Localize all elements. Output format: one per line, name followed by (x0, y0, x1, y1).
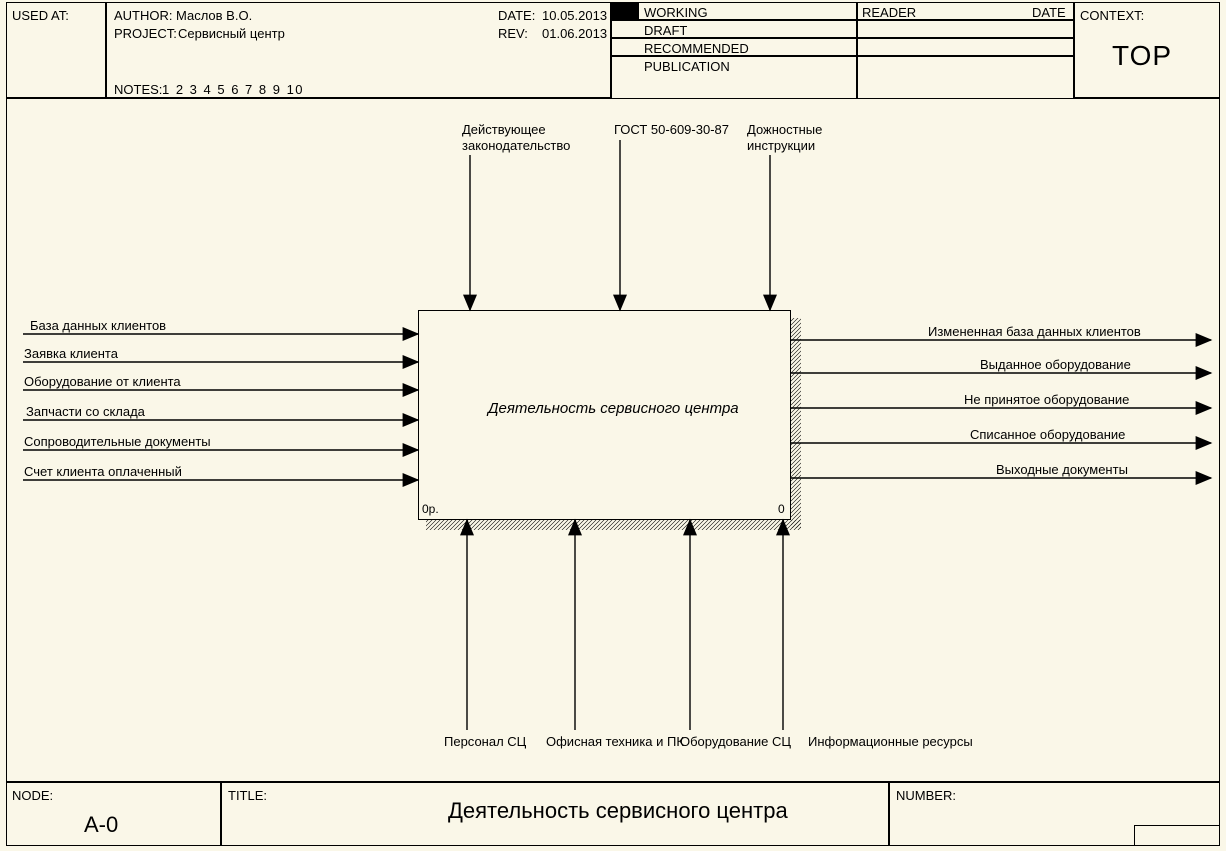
control-2: ГОСТ 50-609-30-87 (614, 122, 729, 137)
output-3: Не принятое оборудование (964, 392, 1129, 407)
input-6: Счет клиента оплаченный (24, 464, 182, 479)
mechanism-2: Офисная техника и ПК (546, 734, 684, 749)
output-2: Выданное оборудование (980, 357, 1131, 372)
title-value: Деятельность сервисного центра (448, 798, 788, 824)
activity-num: 0 (778, 502, 785, 516)
mechanism-1: Персонал СЦ (444, 734, 526, 749)
node-label: NODE: (12, 788, 53, 803)
control-3b: инструкции (747, 138, 815, 153)
input-1: База данных клиентов (30, 318, 166, 333)
control-3a: Дожностные (747, 122, 822, 137)
control-1b: законодательство (462, 138, 570, 153)
footer-number-inner (1134, 825, 1220, 846)
input-5: Сопроводительные документы (24, 434, 211, 449)
input-2: Заявка клиента (24, 346, 118, 361)
output-5: Выходные документы (996, 462, 1128, 477)
mechanism-3: Оборудование СЦ (680, 734, 791, 749)
input-4: Запчасти со склада (26, 404, 145, 419)
control-1a: Действующее (462, 122, 546, 137)
diagram-arrows (0, 0, 1226, 851)
activity-name: Деятельность сервисного центра (488, 400, 739, 417)
input-3: Оборудование от клиента (24, 374, 181, 389)
activity-cost: 0р. (422, 502, 439, 516)
node-value: A-0 (84, 812, 118, 838)
output-1: Измененная база данных клиентов (928, 324, 1141, 339)
idef0-diagram: USED AT: AUTHOR: Маслов В.О. PROJECT: Се… (0, 0, 1226, 851)
number-label: NUMBER: (896, 788, 956, 803)
output-4: Списанное оборудование (970, 427, 1125, 442)
mechanism-4: Информационные ресурсы (808, 734, 973, 749)
title-label: TITLE: (228, 788, 267, 803)
